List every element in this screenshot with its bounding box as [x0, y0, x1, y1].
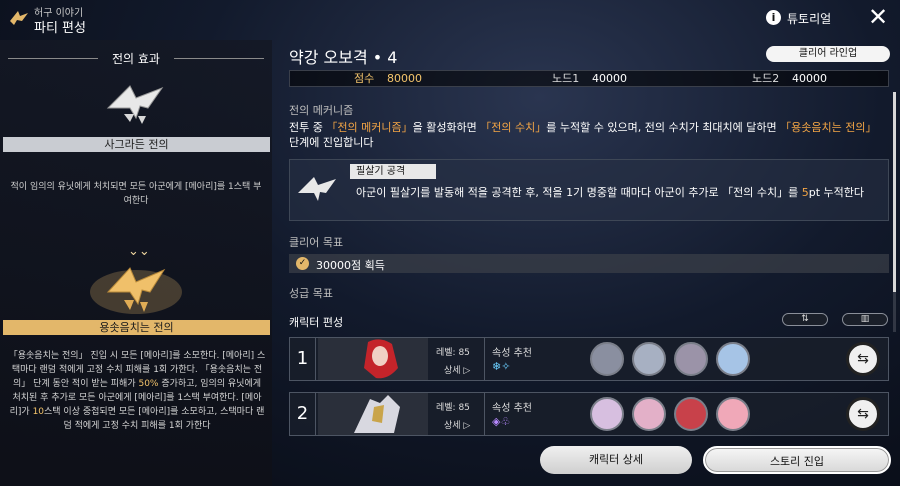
chevron-down-icon: ⌄⌄	[128, 244, 150, 259]
node1-value: 40000	[592, 72, 627, 85]
character-detail-button[interactable]: 캐릭터 상세	[540, 446, 692, 474]
avatar[interactable]	[674, 342, 708, 376]
team-heading: 캐릭터 편성	[289, 316, 344, 329]
clear-goal-heading: 클리어 목표	[289, 236, 344, 249]
close-icon[interactable]: ✕	[868, 4, 888, 30]
avatar[interactable]	[674, 397, 708, 431]
eagle-icon	[296, 173, 340, 207]
element-rec-label: 속성 추천	[492, 403, 532, 414]
page-title: 파티 편성	[34, 21, 86, 36]
divider	[484, 393, 485, 435]
clear-lineup-button[interactable]: 클리어 라인업	[766, 46, 890, 62]
skill-text: 아군이 필살기를 발동해 적을 공격한 후, 적을 1기 명중할 때마다 아군이…	[356, 186, 865, 199]
team-number: 1	[290, 338, 316, 380]
trash-icon[interactable]: ▥	[842, 313, 888, 326]
mechanism-heading: 전의 메커니즘	[289, 104, 354, 117]
avatar[interactable]	[716, 397, 750, 431]
back-bird-icon[interactable]	[8, 7, 30, 29]
avatar[interactable]	[716, 342, 750, 376]
story-enter-button[interactable]: 스토리 진입	[703, 446, 891, 474]
avatar[interactable]	[632, 342, 666, 376]
mechanism-text: 전투 중 「전의 메커니즘」을 활성화하면 「전의 수치」를 누적할 수 있으며…	[289, 121, 877, 149]
node2-value: 40000	[792, 72, 827, 85]
section-title: 전의 효과	[112, 52, 160, 66]
avatar[interactable]	[632, 397, 666, 431]
goal-text: 30000점 획득	[316, 259, 385, 272]
score-bar: 점수 80000 노드1 40000 노드2 40000	[289, 70, 889, 87]
character-portrait[interactable]	[318, 393, 428, 435]
divider	[484, 338, 485, 380]
node1-label: 노드1	[552, 72, 580, 85]
effect2-desc: 「용솟음치는 전의」 진입 시 모든 [메아리]를 소모한다. [메아리] 스택…	[8, 351, 266, 431]
node2-label: 노드2	[752, 72, 780, 85]
effect2-name: 용솟음치는 전의	[3, 320, 270, 335]
effect1-desc: 적이 임의의 유닛에게 처치되면 모든 아군에게 [메아리]를 1스택 부여한다	[10, 182, 262, 206]
element-rec-label: 속성 추천	[492, 348, 532, 359]
tutorial-button[interactable]: 튜토리얼	[787, 10, 831, 27]
score-value: 80000	[387, 72, 422, 85]
element-icons: ❄✧	[492, 360, 511, 373]
info-icon[interactable]: i	[766, 10, 781, 25]
stage-title: 약강 오보격 • 4	[289, 48, 398, 67]
effect1-name: 사그라든 전의	[3, 137, 270, 152]
detail-link[interactable]: 상세 ▷	[444, 363, 470, 376]
element-icons: ◈♧	[492, 415, 511, 428]
waning-spirit-crest-icon	[100, 78, 172, 136]
star-goal-heading: 성급 목표	[289, 287, 333, 300]
detail-link[interactable]: 상세 ▷	[444, 418, 470, 431]
swap-icon[interactable]: ⇆	[846, 397, 880, 431]
avatar[interactable]	[590, 397, 624, 431]
skill-tag: 필살기 공격	[350, 164, 436, 179]
level-label: 레벨: 85	[436, 403, 470, 413]
swap-button[interactable]: ⇅	[782, 313, 828, 326]
surging-spirit-crest-icon	[88, 262, 184, 320]
swap-icon[interactable]: ⇆	[846, 342, 880, 376]
team-number: 2	[290, 393, 316, 435]
check-icon: ✓	[296, 257, 309, 270]
character-portrait[interactable]	[318, 338, 428, 380]
level-label: 레벨: 85	[436, 348, 470, 358]
score-label: 점수	[354, 72, 375, 85]
scrollbar-thumb[interactable]	[893, 92, 896, 292]
avatar[interactable]	[590, 342, 624, 376]
